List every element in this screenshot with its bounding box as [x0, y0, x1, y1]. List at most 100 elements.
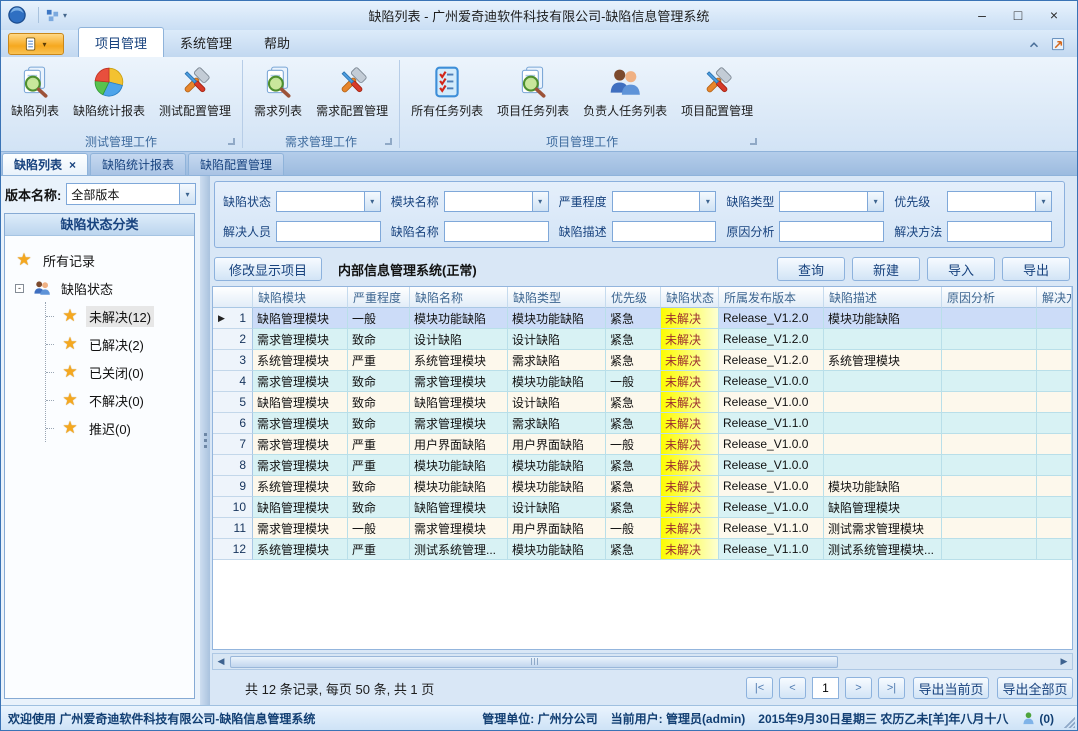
- table-cell[interactable]: Release_V1.0.0: [719, 497, 824, 518]
- column-header[interactable]: 缺陷描述: [824, 287, 942, 308]
- table-cell[interactable]: [1037, 455, 1072, 476]
- table-cell[interactable]: [824, 455, 942, 476]
- horizontal-scrollbar[interactable]: ◀ ▶: [212, 653, 1073, 670]
- table-cell[interactable]: 致命: [348, 497, 410, 518]
- table-cell[interactable]: 需求缺陷: [508, 350, 606, 371]
- ribbon-button[interactable]: 项目任务列表: [490, 59, 576, 123]
- table-cell[interactable]: 模块功能缺陷: [410, 476, 508, 497]
- table-cell[interactable]: 未解决: [661, 308, 719, 329]
- tree-item[interactable]: -缺陷状态: [15, 274, 194, 302]
- table-cell[interactable]: 致命: [348, 413, 410, 434]
- table-cell[interactable]: [1037, 539, 1072, 560]
- tree-item[interactable]: ★所有记录: [15, 246, 194, 274]
- table-cell[interactable]: Release_V1.0.0: [719, 434, 824, 455]
- pager-last-button[interactable]: >|: [878, 677, 905, 699]
- table-cell[interactable]: 系统管理模块: [253, 350, 348, 371]
- ribbon-button[interactable]: 项目配置管理: [674, 59, 760, 123]
- table-cell[interactable]: 一般: [606, 518, 661, 539]
- table-cell[interactable]: 测试系统管理...: [410, 539, 508, 560]
- table-cell[interactable]: Release_V1.0.0: [719, 392, 824, 413]
- table-cell[interactable]: [1037, 497, 1072, 518]
- row-header[interactable]: 11: [213, 518, 253, 539]
- table-cell[interactable]: [942, 413, 1037, 434]
- table-cell[interactable]: [1037, 518, 1072, 539]
- table-cell[interactable]: 需求管理模块: [253, 329, 348, 350]
- table-cell[interactable]: Release_V1.1.0: [719, 539, 824, 560]
- table-cell[interactable]: [1037, 350, 1072, 371]
- table-cell[interactable]: [942, 518, 1037, 539]
- table-cell[interactable]: 未解决: [661, 497, 719, 518]
- table-cell[interactable]: Release_V1.2.0: [719, 329, 824, 350]
- table-cell[interactable]: Release_V1.0.0: [719, 371, 824, 392]
- toolbar-button[interactable]: 导出: [1002, 257, 1070, 281]
- table-cell[interactable]: 用户界面缺陷: [508, 518, 606, 539]
- table-cell[interactable]: 模块功能缺陷: [508, 476, 606, 497]
- column-header[interactable]: 缺陷状态: [661, 287, 719, 308]
- table-cell[interactable]: 一般: [606, 371, 661, 392]
- table-cell[interactable]: 未解决: [661, 329, 719, 350]
- column-header[interactable]: 缺陷名称: [410, 287, 508, 308]
- filter-input[interactable]: [612, 221, 717, 242]
- table-cell[interactable]: 严重: [348, 539, 410, 560]
- doc-tab[interactable]: 缺陷配置管理: [188, 153, 284, 175]
- table-cell[interactable]: 需求管理模块: [410, 371, 508, 392]
- maximize-button[interactable]: □: [1000, 3, 1036, 27]
- table-cell[interactable]: [942, 308, 1037, 329]
- ribbon-tab[interactable]: 系统管理: [164, 28, 248, 57]
- table-cell[interactable]: [1037, 308, 1072, 329]
- table-cell[interactable]: 致命: [348, 371, 410, 392]
- table-cell[interactable]: 一般: [606, 434, 661, 455]
- table-cell[interactable]: 一般: [348, 308, 410, 329]
- dialog-launcher-icon[interactable]: [385, 138, 392, 145]
- table-cell[interactable]: [1037, 476, 1072, 497]
- table-cell[interactable]: [1037, 392, 1072, 413]
- table-cell[interactable]: 缺陷管理模块: [410, 497, 508, 518]
- filter-dropdown[interactable]: ▾: [947, 191, 1052, 212]
- chevron-down-icon[interactable]: ▾: [699, 192, 715, 211]
- row-header[interactable]: 6: [213, 413, 253, 434]
- table-cell[interactable]: Release_V1.2.0: [719, 350, 824, 371]
- table-cell[interactable]: 未解决: [661, 434, 719, 455]
- table-cell[interactable]: 一般: [348, 518, 410, 539]
- filter-input[interactable]: [947, 221, 1052, 242]
- row-header[interactable]: 8: [213, 455, 253, 476]
- table-cell[interactable]: Release_V1.0.0: [719, 476, 824, 497]
- tree-item[interactable]: ★推迟(0): [52, 414, 194, 442]
- table-cell[interactable]: 致命: [348, 476, 410, 497]
- table-cell[interactable]: 紧急: [606, 497, 661, 518]
- filter-dropdown[interactable]: ▾: [612, 191, 717, 212]
- filter-input[interactable]: [276, 221, 381, 242]
- row-header[interactable]: ▶1: [213, 308, 253, 329]
- row-header[interactable]: 2: [213, 329, 253, 350]
- table-cell[interactable]: 设计缺陷: [508, 329, 606, 350]
- collapse-ribbon-icon[interactable]: [1026, 37, 1041, 52]
- export-current-page-button[interactable]: 导出当前页: [913, 677, 989, 699]
- pager-first-button[interactable]: |<: [746, 677, 773, 699]
- resize-grip[interactable]: [1064, 717, 1075, 728]
- table-cell[interactable]: [1037, 329, 1072, 350]
- table-cell[interactable]: [1037, 371, 1072, 392]
- table-cell[interactable]: 模块功能缺陷: [508, 371, 606, 392]
- column-header[interactable]: 原因分析: [942, 287, 1037, 308]
- ribbon-button[interactable]: 缺陷统计报表: [66, 59, 152, 123]
- table-cell[interactable]: 缺陷管理模块: [824, 497, 942, 518]
- pager-next-button[interactable]: >: [845, 677, 872, 699]
- table-cell[interactable]: 紧急: [606, 329, 661, 350]
- table-cell[interactable]: 设计缺陷: [508, 497, 606, 518]
- toolbar-button[interactable]: 导入: [927, 257, 995, 281]
- table-cell[interactable]: 模块功能缺陷: [508, 308, 606, 329]
- tree-item[interactable]: ★已解决(2): [52, 330, 194, 358]
- tree-item[interactable]: ★未解决(12): [52, 302, 194, 330]
- table-cell[interactable]: [824, 329, 942, 350]
- table-cell[interactable]: 紧急: [606, 455, 661, 476]
- column-header[interactable]: 解决方法: [1037, 287, 1072, 308]
- doc-tab[interactable]: 缺陷统计报表: [90, 153, 186, 175]
- row-header[interactable]: 7: [213, 434, 253, 455]
- ribbon-button[interactable]: 负责人任务列表: [576, 59, 674, 123]
- table-cell[interactable]: [824, 434, 942, 455]
- row-header[interactable]: 5: [213, 392, 253, 413]
- pager-prev-button[interactable]: <: [779, 677, 806, 699]
- table-cell[interactable]: 模块功能缺陷: [508, 455, 606, 476]
- table-cell[interactable]: Release_V1.0.0: [719, 455, 824, 476]
- column-header[interactable]: [213, 287, 253, 308]
